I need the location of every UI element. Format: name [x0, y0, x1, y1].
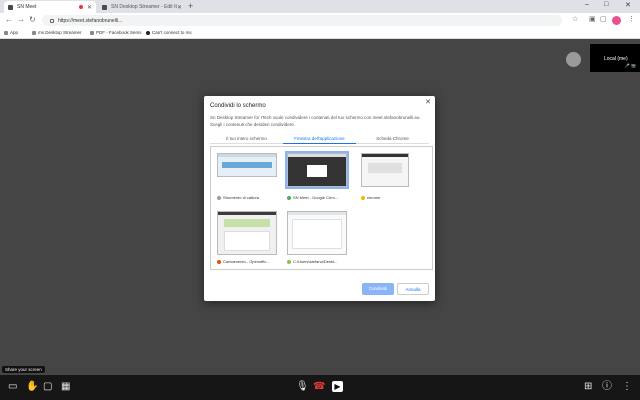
more-options-icon[interactable]: ⋮	[622, 381, 632, 393]
share-button[interactable]: Condividi	[362, 283, 394, 295]
bookmark-label: ms Desktop Streamer	[38, 30, 82, 35]
bookmark-favicon-icon	[90, 30, 94, 35]
snipping-tool-icon	[217, 195, 221, 200]
screen-share-icon[interactable]: ▭	[8, 381, 17, 393]
bookmark-cant-connect[interactable]: Can't connect to ms	[146, 30, 192, 35]
forward-arrow-icon[interactable]: →	[17, 15, 25, 25]
window-caption-label: chrome	[367, 195, 381, 200]
address-bar[interactable]: https://meet.stefanobrunelli...	[42, 15, 562, 26]
profile-avatar[interactable]	[612, 16, 621, 25]
close-tab-icon[interactable]: ✕	[87, 4, 92, 11]
window-picker-grid: Strumento di cattura SN Meet - Google Ch…	[210, 146, 433, 270]
hangup-icon[interactable]: ☎	[313, 381, 325, 393]
bookmark-favicon-icon	[32, 30, 36, 35]
window-caption-label: Caricamento - Openoffic...	[223, 259, 270, 264]
new-tab-button[interactable]: +	[188, 2, 193, 11]
tab-chrome-tab[interactable]: Scheda Chrome	[356, 134, 429, 144]
window-thumbnail	[217, 153, 277, 177]
tab-label: SN Desktop Streamer - Edit Item	[111, 4, 177, 10]
chat-icon[interactable]: ▢	[43, 381, 52, 393]
window-option-chrome[interactable]: chrome	[361, 153, 425, 203]
window-thumbnail	[217, 211, 277, 255]
browser-tab-strip: SN Meet ✕ SN Desktop Streamer - Edit Ite…	[0, 0, 640, 13]
grid-view-icon[interactable]: ⊞	[584, 381, 592, 393]
info-icon[interactable]: ⓘ	[602, 381, 612, 393]
tab-application-window[interactable]: Finestra dell'applicazione	[283, 134, 356, 144]
streamer-favicon-icon	[102, 4, 107, 10]
share-source-tabs: Il tuo intero schermo Finestra dell'appl…	[210, 134, 429, 144]
tab-entire-screen[interactable]: Il tuo intero schermo	[210, 134, 283, 144]
window-caption: SN Meet - Google Chro...	[287, 195, 351, 200]
folder-icon	[361, 195, 365, 200]
recording-indicator-icon	[78, 5, 83, 9]
share-screen-tooltip: Share your screen	[2, 366, 45, 373]
microphone-icon[interactable]: 🎙	[296, 381, 309, 393]
tab-desktop-streamer[interactable]: SN Desktop Streamer - Edit Item ✕	[98, 1, 186, 13]
cancel-button[interactable]: Annulla	[397, 283, 429, 295]
camera-off-icon[interactable]: ▶	[332, 381, 343, 392]
bookmark-apps[interactable]: App	[4, 30, 18, 35]
browser-toolbar: ← → ↻ https://meet.stefanobrunelli... ☆ …	[0, 13, 640, 28]
window-caption-label: Strumento di cattura	[223, 195, 260, 200]
tab-label: SN Meet	[17, 4, 37, 10]
bookmark-label: PDF - Facebook Sems	[96, 30, 142, 35]
window-caption: chrome	[361, 195, 425, 200]
bookmarks-bar: App ms Desktop Streamer PDF - Facebook S…	[0, 28, 640, 39]
openoffice-icon	[217, 259, 221, 264]
window-thumbnail	[361, 153, 409, 187]
close-icon[interactable]: ✕	[425, 98, 431, 106]
local-participant-label: Local (me)	[604, 56, 628, 62]
sn-meet-favicon-icon	[8, 4, 13, 10]
window-caption: Strumento di cattura	[217, 195, 281, 200]
window-option-openoffice[interactable]: Caricamento - Openoffic...	[217, 211, 281, 267]
tab-sn-meet[interactable]: SN Meet ✕	[4, 1, 96, 13]
window-option-sn-meet[interactable]: SN Meet - Google Chro...	[285, 151, 351, 203]
url-text: https://meet.stefanobrunelli...	[58, 17, 123, 24]
apps-grid-icon	[4, 30, 8, 35]
bookmark-label: App	[10, 30, 19, 35]
window-option-snipping-tool[interactable]: Strumento di cattura	[217, 153, 281, 203]
reload-icon[interactable]: ↻	[29, 15, 36, 25]
close-window-button[interactable]: ✕	[625, 1, 631, 9]
raise-hand-icon[interactable]: ✋	[26, 381, 38, 393]
maximize-button[interactable]: □	[604, 1, 608, 8]
menu-kebab-icon[interactable]: ⋮	[628, 16, 635, 24]
star-icon[interactable]: ☆	[572, 16, 578, 24]
window-caption-label: SN Meet - Google Chro...	[293, 195, 339, 200]
window-thumbnail	[287, 211, 347, 255]
back-arrow-icon[interactable]: ←	[5, 15, 13, 25]
local-status-icons: 🎤 📷	[624, 63, 636, 68]
window-caption: C:\Users\stefano\Deskt...	[287, 259, 351, 264]
dialog-title: Condividi lo schermo	[210, 103, 266, 109]
lock-icon	[50, 18, 54, 23]
chrome-icon	[287, 195, 291, 200]
close-tab-icon[interactable]: ✕	[177, 4, 182, 11]
file-explorer-icon	[287, 259, 291, 264]
github-icon	[146, 30, 150, 35]
local-video-tile[interactable]: Local (me) 🎤 📷	[590, 44, 640, 72]
bookmark-label: Can't connect to ms	[152, 30, 192, 35]
extension-icon[interactable]: ▣	[589, 16, 596, 24]
dialog-description: Sn Desktop Streamer for ITech vuole cond…	[210, 115, 421, 127]
window-caption-label: C:\Users\stefano\Deskt...	[293, 259, 338, 264]
window-caption: Caricamento - Openoffic...	[217, 259, 281, 264]
window-thumbnail	[285, 151, 349, 189]
cast-icon[interactable]: ▢	[600, 16, 607, 24]
tile-view-icon[interactable]: ▦	[61, 381, 70, 393]
meeting-controls-bar: ▭ ✋ ▢ ▦ 🎙 ☎ ▶ ⊞ ⓘ ⋮	[0, 375, 640, 400]
window-option-explorer[interactable]: C:\Users\stefano\Deskt...	[287, 211, 351, 267]
bookmark-desktop-streamer[interactable]: ms Desktop Streamer	[32, 30, 82, 35]
remote-participant-avatar[interactable]	[566, 52, 581, 67]
bookmark-pdf[interactable]: PDF - Facebook Sems	[90, 30, 142, 35]
share-screen-dialog: Condividi lo schermo ✕ Sn Desktop Stream…	[204, 96, 435, 301]
minimize-button[interactable]: –	[585, 1, 589, 8]
